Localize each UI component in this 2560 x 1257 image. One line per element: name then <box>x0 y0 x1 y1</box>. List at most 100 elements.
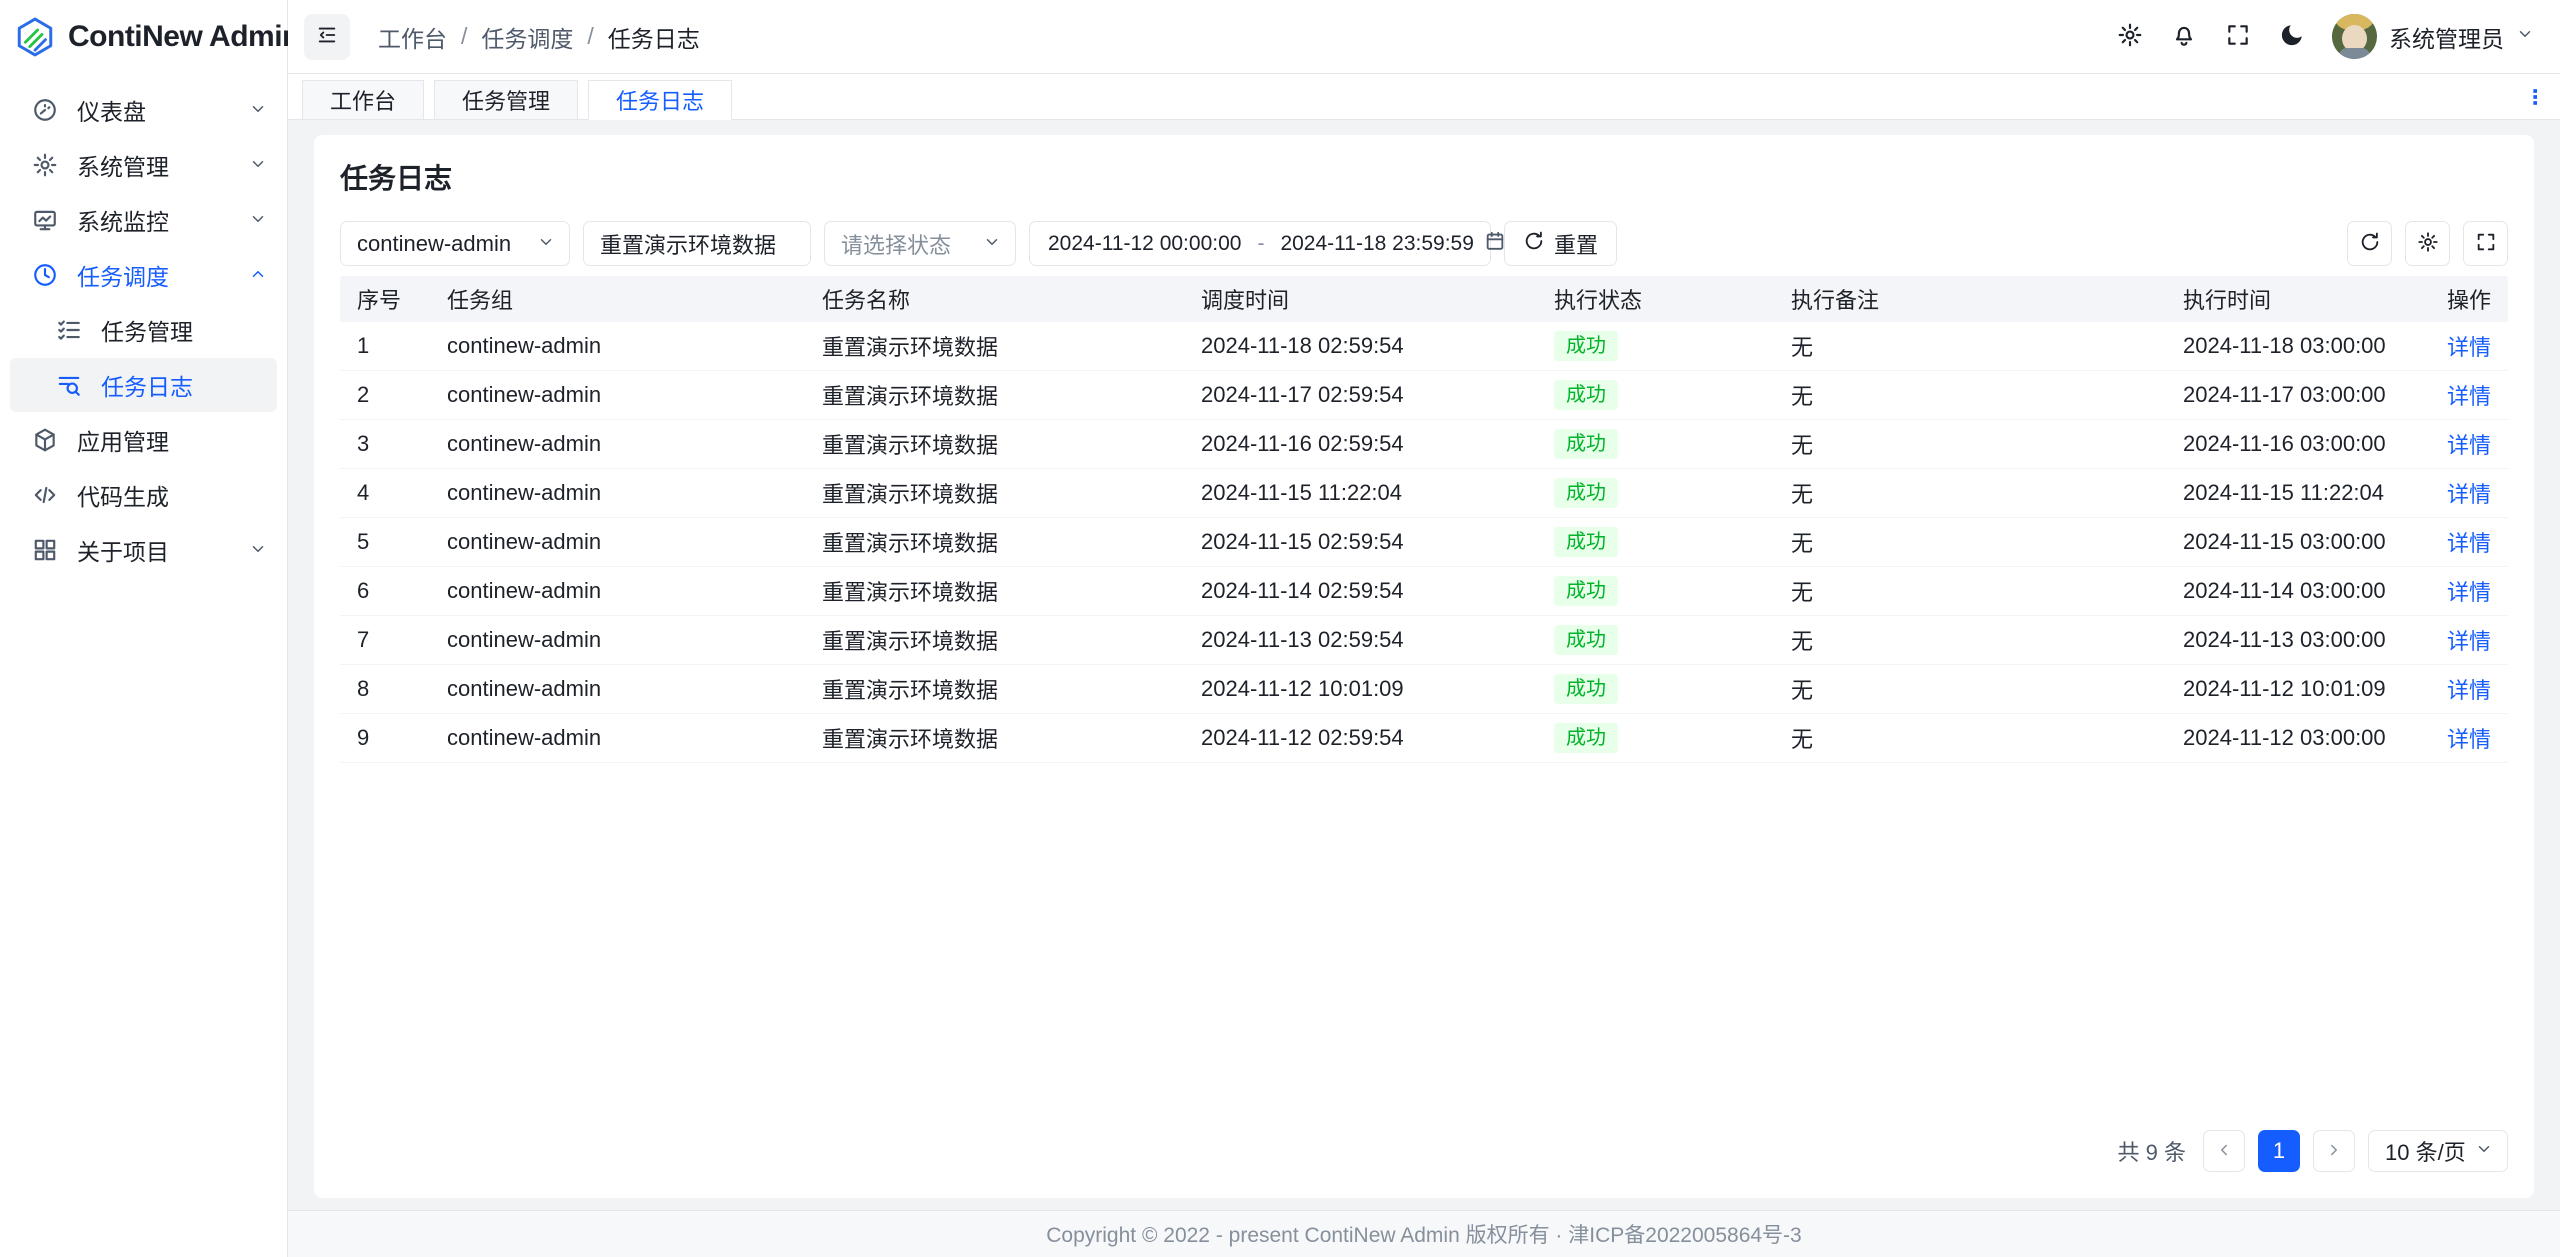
date-range-picker[interactable]: 2024-11-12 00:00:00 - 2024-11-18 23:59:5… <box>1029 221 1491 266</box>
reset-button[interactable]: 重置 <box>1504 221 1617 266</box>
cell-task-group: continew-admin <box>430 627 805 653</box>
cell-task-name: 重置演示环境数据 <box>805 575 1184 607</box>
cell-index: 2 <box>340 382 430 408</box>
sidebar-item-dashboard[interactable]: 仪表盘 <box>10 83 277 137</box>
cell-task-name: 重置演示环境数据 <box>805 330 1184 362</box>
task-name-input[interactable] <box>583 221 811 266</box>
bell-icon <box>2171 22 2197 51</box>
sidebar-item-system-management[interactable]: 系统管理 <box>10 138 277 192</box>
pagination-page-1[interactable]: 1 <box>2258 1130 2300 1172</box>
date-start: 2024-11-12 00:00:00 <box>1048 232 1241 256</box>
sidebar-item-label: 关于项目 <box>77 533 230 567</box>
chevron-down-icon <box>249 152 267 179</box>
filter-bar: continew-admin 请选择状态 2024-11-12 00:00:00… <box>340 221 2508 266</box>
chevron-down-icon <box>249 537 267 564</box>
detail-link[interactable]: 详情 <box>2447 678 2491 703</box>
logo[interactable]: ContiNew Admin <box>0 0 287 74</box>
table-body: 1 continew-admin 重置演示环境数据 2024-11-18 02:… <box>340 322 2508 763</box>
cell-status: 成功 <box>1537 478 1774 508</box>
settings-button[interactable] <box>2108 15 2152 59</box>
sidebar-item-task-scheduling[interactable]: 任务调度 <box>10 248 277 302</box>
footer: Copyright © 2022 - present ContiNew Admi… <box>288 1210 2560 1257</box>
cell-actions: 详情 <box>2430 673 2508 705</box>
date-end: 2024-11-18 23:59:59 <box>1280 232 1473 256</box>
detail-link[interactable]: 详情 <box>2447 531 2491 556</box>
tab-more-button[interactable] <box>2524 86 2546 111</box>
dark-mode-button[interactable] <box>2270 15 2314 59</box>
sidebar-item-code-generation[interactable]: 代码生成 <box>10 468 277 522</box>
cell-status: 成功 <box>1537 331 1774 361</box>
cell-remark: 无 <box>1774 722 2166 754</box>
column-header-actions: 操作 <box>2430 283 2508 315</box>
tab-task-log[interactable]: 任务日志 <box>588 80 732 120</box>
chevron-down-icon <box>537 231 555 257</box>
detail-link[interactable]: 详情 <box>2447 433 2491 458</box>
tab-workbench[interactable]: 工作台 <box>302 80 424 120</box>
cell-remark: 无 <box>1774 575 2166 607</box>
detail-link[interactable]: 详情 <box>2447 335 2491 360</box>
cell-actions: 详情 <box>2430 575 2508 607</box>
tab-label: 任务日志 <box>616 84 704 116</box>
pagination-next-button[interactable] <box>2313 1130 2355 1172</box>
cell-actions: 详情 <box>2430 477 2508 509</box>
cell-schedule-time: 2024-11-15 11:22:04 <box>1184 480 1537 506</box>
sidebar-item-about-project[interactable]: 关于项目 <box>10 523 277 577</box>
collapse-sidebar-button[interactable] <box>304 14 350 60</box>
sidebar-item-app-management[interactable]: 应用管理 <box>10 413 277 467</box>
notifications-button[interactable] <box>2162 15 2206 59</box>
breadcrumb-item-workbench[interactable]: 工作台 <box>378 20 447 54</box>
cell-exec-time: 2024-11-14 03:00:00 <box>2166 578 2430 604</box>
status-badge: 成功 <box>1554 674 1618 704</box>
cell-remark: 无 <box>1774 330 2166 362</box>
status-select[interactable]: 请选择状态 <box>824 221 1016 266</box>
cell-task-name: 重置演示环境数据 <box>805 673 1184 705</box>
cell-remark: 无 <box>1774 526 2166 558</box>
cell-task-name: 重置演示环境数据 <box>805 722 1184 754</box>
detail-link[interactable]: 详情 <box>2447 727 2491 752</box>
detail-link[interactable]: 详情 <box>2447 629 2491 654</box>
column-header-name: 任务名称 <box>805 283 1184 315</box>
sidebar-item-label: 任务调度 <box>77 258 230 292</box>
table-settings-button[interactable] <box>2405 221 2450 266</box>
cell-remark: 无 <box>1774 624 2166 656</box>
cell-exec-time: 2024-11-15 11:22:04 <box>2166 480 2430 506</box>
table-row: 5 continew-admin 重置演示环境数据 2024-11-15 02:… <box>340 518 2508 567</box>
tab-task-management[interactable]: 任务管理 <box>434 80 578 120</box>
pagination-prev-button[interactable] <box>2203 1130 2245 1172</box>
cell-schedule-time: 2024-11-18 02:59:54 <box>1184 333 1537 359</box>
monitor-icon <box>32 207 58 233</box>
page-size-select[interactable]: 10 条/页 <box>2368 1130 2508 1172</box>
cell-actions: 详情 <box>2430 330 2508 362</box>
cube-icon <box>32 427 58 453</box>
table-row: 8 continew-admin 重置演示环境数据 2024-11-12 10:… <box>340 665 2508 714</box>
breadcrumb-item-task-scheduling[interactable]: 任务调度 <box>481 20 573 54</box>
refresh-icon <box>2359 231 2381 256</box>
cell-task-group: continew-admin <box>430 529 805 555</box>
table-refresh-button[interactable] <box>2347 221 2392 266</box>
task-group-select[interactable]: continew-admin <box>340 221 570 266</box>
sidebar-item-task-log[interactable]: 任务日志 <box>10 358 277 412</box>
breadcrumb-item-task-log: 任务日志 <box>608 20 700 54</box>
table-row: 2 continew-admin 重置演示环境数据 2024-11-17 02:… <box>340 371 2508 420</box>
main-content: 任务日志 continew-admin 请选择状态 2024-11-12 00:… <box>288 120 2560 1210</box>
detail-link[interactable]: 详情 <box>2447 482 2491 507</box>
detail-link[interactable]: 详情 <box>2447 580 2491 605</box>
tab-label: 工作台 <box>330 84 396 116</box>
page-title: 任务日志 <box>340 157 2508 197</box>
cell-index: 1 <box>340 333 430 359</box>
column-header-index: 序号 <box>340 283 430 315</box>
tab-bar: 工作台 任务管理 任务日志 <box>288 74 2560 120</box>
cell-schedule-time: 2024-11-17 02:59:54 <box>1184 382 1537 408</box>
table-fullscreen-button[interactable] <box>2463 221 2508 266</box>
cell-status: 成功 <box>1537 723 1774 753</box>
sidebar-item-task-management[interactable]: 任务管理 <box>10 303 277 357</box>
user-menu[interactable]: 系统管理员 <box>2332 14 2534 59</box>
sidebar-item-system-monitor[interactable]: 系统监控 <box>10 193 277 247</box>
status-badge: 成功 <box>1554 576 1618 606</box>
top-bar: 工作台 / 任务调度 / 任务日志 <box>288 0 2560 74</box>
sidebar-item-label: 系统管理 <box>77 148 230 182</box>
pagination: 共 9 条 1 10 条/页 <box>340 1114 2508 1172</box>
cell-task-group: continew-admin <box>430 333 805 359</box>
fullscreen-button[interactable] <box>2216 15 2260 59</box>
detail-link[interactable]: 详情 <box>2447 384 2491 409</box>
